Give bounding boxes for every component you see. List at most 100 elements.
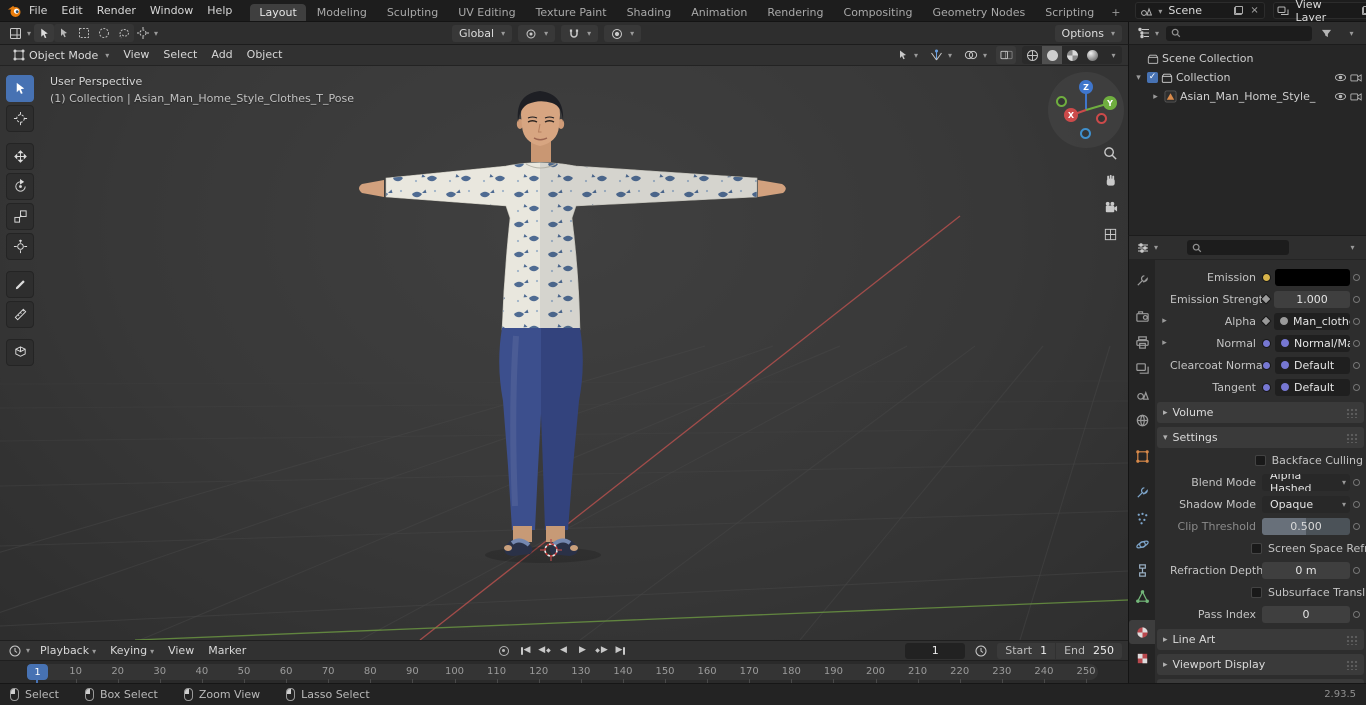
outliner-row-object[interactable]: ▸ Asian_Man_Home_Style_ bbox=[1129, 87, 1366, 106]
play-button[interactable]: ▶ bbox=[574, 643, 591, 659]
properties-tab-particles[interactable] bbox=[1129, 506, 1155, 530]
new-scene-button[interactable] bbox=[1232, 4, 1245, 17]
normal-expand-arrow[interactable]: ▸ bbox=[1159, 338, 1170, 348]
properties-tab-constraints[interactable] bbox=[1129, 558, 1155, 582]
outliner-editor-type-button[interactable] bbox=[1135, 24, 1162, 42]
prev-keyframe-button[interactable]: ◀ ◆ bbox=[536, 643, 553, 659]
timeline-scrollbar[interactable] bbox=[28, 664, 1098, 680]
object-expand-arrow[interactable]: ▸ bbox=[1150, 92, 1161, 102]
tool-scale[interactable] bbox=[6, 203, 34, 230]
decorator-dot[interactable] bbox=[1350, 362, 1363, 369]
menu-add[interactable]: Add bbox=[204, 45, 239, 65]
tool-cursor[interactable] bbox=[6, 105, 34, 132]
character-asian-man-t-pose[interactable] bbox=[359, 91, 786, 563]
properties-tab-world[interactable] bbox=[1129, 408, 1155, 432]
menu-keying[interactable]: Keying bbox=[103, 641, 161, 660]
menu-edit[interactable]: Edit bbox=[54, 0, 89, 21]
outliner-row-scene-collection[interactable]: Scene Collection bbox=[1129, 49, 1366, 68]
jump-to-start-button[interactable]: ◀ bbox=[517, 643, 534, 659]
section-settings[interactable]: ▾ Settings bbox=[1157, 427, 1364, 448]
section-volume[interactable]: ▸ Volume bbox=[1157, 402, 1364, 423]
menu-view[interactable]: View bbox=[116, 45, 156, 65]
tab-uv-editing[interactable]: UV Editing bbox=[449, 4, 524, 22]
zoom-icon[interactable] bbox=[1100, 144, 1121, 162]
tool-move[interactable] bbox=[6, 143, 34, 170]
object-visibility-dropdown[interactable] bbox=[894, 46, 921, 64]
properties-tab-scene[interactable] bbox=[1129, 382, 1155, 406]
timeline-editor-type-button[interactable] bbox=[6, 642, 33, 660]
view-layer-selector[interactable]: View Layer bbox=[1272, 0, 1366, 21]
decorator-dot[interactable] bbox=[1350, 340, 1363, 347]
tool-select-box[interactable] bbox=[6, 75, 34, 102]
outliner-options-dropdown[interactable] bbox=[1340, 24, 1360, 42]
tab-shading[interactable]: Shading bbox=[618, 4, 681, 22]
scene-selector[interactable]: Scene × bbox=[1135, 2, 1265, 19]
shading-dropdown[interactable] bbox=[1102, 46, 1122, 64]
menu-view[interactable]: View bbox=[161, 641, 201, 660]
collection-expand-arrow[interactable]: ▾ bbox=[1133, 73, 1144, 83]
xray-toggle[interactable] bbox=[996, 46, 1016, 64]
disable-render-camera-icon[interactable] bbox=[1350, 91, 1362, 102]
new-view-layer-button[interactable] bbox=[1360, 4, 1366, 17]
decorator-dot[interactable] bbox=[1350, 274, 1363, 281]
properties-tab-render[interactable] bbox=[1129, 304, 1155, 328]
jump-to-end-button[interactable]: ▶ bbox=[612, 643, 629, 659]
panel-grip[interactable] bbox=[1346, 432, 1358, 443]
decorator-dot[interactable] bbox=[1350, 318, 1363, 325]
proportional-editing-button[interactable] bbox=[604, 25, 642, 42]
tab-texture-paint[interactable]: Texture Paint bbox=[527, 4, 616, 22]
gizmo-x-axis[interactable]: X bbox=[1064, 108, 1078, 122]
properties-options-dropdown[interactable] bbox=[1341, 239, 1361, 257]
refraction-depth-field[interactable]: 0 m bbox=[1262, 561, 1350, 579]
alpha-expand-arrow[interactable]: ▸ bbox=[1159, 316, 1170, 326]
tab-animation[interactable]: Animation bbox=[682, 4, 756, 22]
outliner-search-input[interactable] bbox=[1166, 25, 1312, 41]
tool-annotate[interactable] bbox=[6, 271, 34, 298]
tangent-field[interactable]: Default bbox=[1275, 378, 1350, 396]
panel-grip[interactable] bbox=[1346, 407, 1358, 418]
disable-render-camera-icon[interactable] bbox=[1350, 72, 1362, 83]
menu-object[interactable]: Object bbox=[240, 45, 290, 65]
gizmo-y-neg[interactable] bbox=[1056, 96, 1067, 107]
tab-rendering[interactable]: Rendering bbox=[758, 4, 832, 22]
tool-rotate[interactable] bbox=[6, 173, 34, 200]
playhead[interactable]: 1 bbox=[27, 664, 48, 680]
properties-tab-view-layer[interactable] bbox=[1129, 356, 1155, 380]
menu-file[interactable]: File bbox=[22, 0, 54, 21]
decorator-dot[interactable] bbox=[1350, 384, 1363, 391]
menu-render[interactable]: Render bbox=[90, 0, 143, 21]
timeline-ruler[interactable]: 1 10 20 30 40 50 60 70 80 90 100 110 120 130 140 150 16… bbox=[0, 660, 1128, 683]
menu-select[interactable]: Select bbox=[156, 45, 204, 65]
transform-orientation-dropdown[interactable]: Global bbox=[452, 25, 513, 42]
frame-start-field[interactable]: Start 1 bbox=[997, 642, 1056, 659]
hide-viewport-eye-icon[interactable] bbox=[1334, 72, 1347, 83]
alpha-value-field[interactable]: Man_clothes_opacit... bbox=[1274, 312, 1350, 330]
blender-logo-icon[interactable] bbox=[6, 3, 22, 19]
select-circle-button[interactable] bbox=[94, 24, 114, 42]
shading-material-button[interactable] bbox=[1062, 46, 1082, 64]
properties-tab-material[interactable] bbox=[1129, 620, 1155, 644]
backface-culling-checkbox[interactable] bbox=[1254, 454, 1266, 466]
tab-layout[interactable]: Layout bbox=[250, 3, 306, 21]
tool-transform[interactable] bbox=[6, 233, 34, 260]
select-tweak-button[interactable] bbox=[54, 24, 74, 42]
decorator-dot[interactable] bbox=[1350, 567, 1363, 574]
properties-tab-object-data[interactable] bbox=[1129, 584, 1155, 608]
use-preview-range-clock-icon[interactable] bbox=[971, 642, 991, 660]
pass-index-field[interactable]: 0 bbox=[1262, 605, 1350, 623]
properties-tab-object[interactable] bbox=[1129, 444, 1155, 468]
shading-rendered-button[interactable] bbox=[1082, 46, 1102, 64]
collection-checkbox[interactable]: ✓ bbox=[1147, 72, 1158, 83]
current-frame-field[interactable]: 1 bbox=[905, 642, 966, 659]
tool-measure[interactable] bbox=[6, 301, 34, 328]
section-viewport-display[interactable]: ▸ Viewport Display bbox=[1157, 654, 1364, 675]
decorator-dot[interactable] bbox=[1350, 611, 1363, 618]
decorator-dot[interactable] bbox=[1350, 296, 1363, 303]
screen-space-refraction-checkbox[interactable] bbox=[1251, 542, 1262, 554]
editor-type-button[interactable] bbox=[6, 24, 34, 42]
outliner-row-collection[interactable]: ▾ ✓ Collection bbox=[1129, 68, 1366, 87]
tab-modeling[interactable]: Modeling bbox=[308, 4, 376, 22]
camera-view-icon[interactable] bbox=[1100, 198, 1121, 216]
properties-tab-texture[interactable] bbox=[1129, 646, 1155, 670]
decorator-dot[interactable] bbox=[1350, 479, 1363, 486]
